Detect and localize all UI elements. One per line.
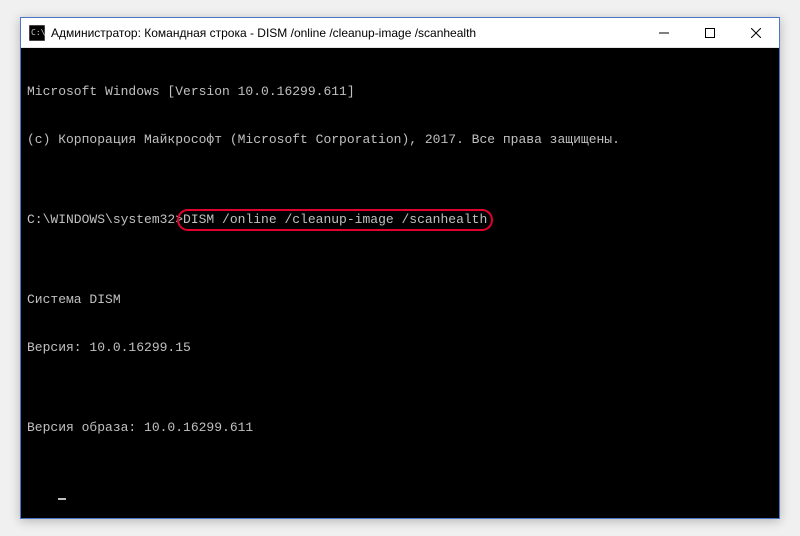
close-button[interactable]: [733, 18, 779, 47]
console-area[interactable]: Microsoft Windows [Version 10.0.16299.61…: [21, 48, 779, 518]
window-title: Администратор: Командная строка - DISM /…: [51, 26, 641, 40]
console-line: Cистема DISM: [27, 292, 773, 308]
highlighted-command: DISM /online /cleanup-image /scanhealth: [183, 212, 487, 228]
console-line: Версия: 10.0.16299.15: [27, 340, 773, 356]
console-line: Версия образа: 10.0.16299.611: [27, 420, 773, 436]
window-controls: [641, 18, 779, 47]
text-cursor: [58, 498, 66, 500]
titlebar[interactable]: C:\ Администратор: Командная строка - DI…: [21, 18, 779, 48]
maximize-button[interactable]: [687, 18, 733, 47]
command-text: DISM /online /cleanup-image /scanhealth: [183, 212, 487, 228]
prompt-text: C:\WINDOWS\system32>: [27, 212, 183, 228]
svg-text:C:\: C:\: [31, 28, 45, 37]
minimize-button[interactable]: [641, 18, 687, 47]
cmd-window: C:\ Администратор: Командная строка - DI…: [20, 17, 780, 519]
prompt-line: C:\WINDOWS\system32> DISM /online /clean…: [27, 212, 773, 228]
console-line: Microsoft Windows [Version 10.0.16299.61…: [27, 84, 773, 100]
cmd-icon: C:\: [29, 25, 45, 41]
console-line: (c) Корпорация Майкрософт (Microsoft Cor…: [27, 132, 773, 148]
